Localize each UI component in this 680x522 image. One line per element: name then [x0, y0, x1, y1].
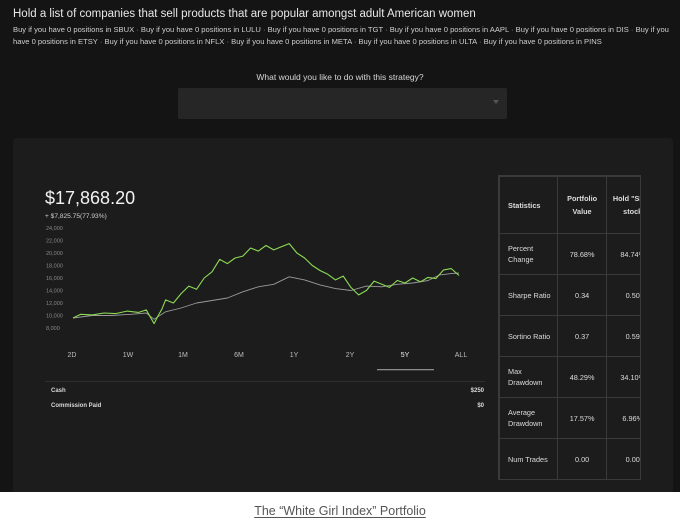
- benchmark-line: [72, 272, 460, 320]
- stat-portfolio-value: 78.68%: [556, 233, 608, 275]
- app-screenshot: Hold a list of companies that sell produ…: [0, 0, 680, 492]
- header-portfolio-value: Portfolio Value: [556, 176, 608, 234]
- header-hold-spy: Hold "SPY" stock: [606, 176, 640, 234]
- stat-label: Percent Change: [499, 233, 558, 275]
- tab-6m[interactable]: 6M: [217, 352, 261, 359]
- rule-item: Buy if you have 0 positions in NFLX: [100, 37, 225, 46]
- table-row: Percent Change 78.68% 84.74%: [499, 233, 640, 275]
- y-tick-label: 18,000: [46, 264, 63, 270]
- rule-item: Buy if you have 0 positions in ULTA: [354, 37, 477, 46]
- cash-row: Cash $250: [51, 388, 484, 394]
- stat-spy-value: 84.74%: [606, 233, 640, 275]
- stat-label: Max Drawdown: [499, 356, 558, 398]
- stat-label: Num Trades: [499, 438, 558, 479]
- portfolio-value: $17,868.20: [45, 188, 136, 208]
- active-tab-indicator: [377, 369, 434, 371]
- tab-2y[interactable]: 2Y: [328, 352, 372, 359]
- header-statistics: Statistics: [499, 176, 558, 234]
- strategy-rules: Buy if you have 0 positions in SBUX Buy …: [13, 24, 675, 47]
- performance-chart: 24,000 22,000 20,000 18,000 16,000 14,000 12,0…: [46, 226, 460, 332]
- stat-spy-value: 0.00: [606, 438, 640, 479]
- tab-1y[interactable]: 1Y: [272, 352, 316, 359]
- cash-value: $250: [470, 388, 484, 394]
- y-tick-label: 20,000: [46, 251, 63, 257]
- y-tick-label: 12,000: [46, 301, 63, 307]
- stat-portfolio-value: 0.34: [556, 274, 608, 316]
- stat-portfolio-value: 0.00: [556, 438, 608, 479]
- commission-label: Commission Paid: [51, 403, 102, 409]
- stat-portfolio-value: 17.57%: [556, 397, 608, 439]
- divider: [45, 381, 485, 382]
- tab-1w[interactable]: 1W: [106, 352, 150, 359]
- commission-row: Commission Paid $0: [51, 403, 484, 409]
- tab-5y[interactable]: 5Y: [383, 352, 427, 359]
- tab-1m[interactable]: 1M: [161, 352, 205, 359]
- y-tick-label: 14,000: [46, 289, 63, 295]
- rule-item: Buy if you have 0 positions in SBUX: [13, 25, 135, 34]
- rule-item: Buy if you have 0 positions in PINS: [479, 37, 602, 46]
- table-row: Average Drawdown 17.57% 6.96%: [499, 397, 640, 439]
- y-tick-label: 24,000: [46, 226, 63, 232]
- portfolio-change: + $7,825.75(77.93%): [45, 213, 107, 220]
- stat-label: Average Drawdown: [499, 397, 558, 439]
- table-header-row: Statistics Portfolio Value Hold "SPY" st…: [499, 176, 640, 234]
- tab-2d[interactable]: 2D: [50, 352, 94, 359]
- y-tick-label: 8,000: [46, 326, 60, 332]
- y-tick-label: 16,000: [46, 276, 63, 282]
- y-tick-label: 10,000: [46, 314, 63, 320]
- rule-item: Buy if you have 0 positions in AAPL: [385, 25, 509, 34]
- stat-spy-value: 0.50: [606, 274, 640, 316]
- strategy-question: What would you like to do with this stra…: [256, 72, 424, 82]
- y-tick-label: 22,000: [46, 239, 63, 245]
- strategy-title: Hold a list of companies that sell produ…: [13, 8, 476, 20]
- stat-label: Sharpe Ratio: [499, 274, 558, 316]
- table-row: Sharpe Ratio 0.34 0.50: [499, 274, 640, 316]
- rule-item: Buy if you have 0 positions in META: [227, 37, 352, 46]
- table-row: Num Trades 0.00 0.00: [499, 438, 640, 479]
- rule-item: Buy if you have 0 positions in TGT: [263, 25, 383, 34]
- stat-spy-value: 6.96%: [606, 397, 640, 439]
- stat-portfolio-value: 48.29%: [556, 356, 608, 398]
- stat-spy-value: 0.59: [606, 315, 640, 357]
- stat-portfolio-value: 0.37: [556, 315, 608, 357]
- commission-value: $0: [477, 403, 484, 409]
- chevron-down-icon[interactable]: [493, 100, 499, 104]
- statistics-table: Statistics Portfolio Value Hold "SPY" st…: [498, 175, 641, 480]
- tab-all[interactable]: ALL: [439, 352, 483, 359]
- table-row: Sortino Ratio 0.37 0.59: [499, 315, 640, 357]
- rule-item: Buy if you have 0 positions in LULU: [136, 25, 261, 34]
- rule-item: Buy if you have 0 positions in DIS: [511, 25, 629, 34]
- caption-link[interactable]: The “White Girl Index” Portfolio: [0, 504, 680, 518]
- strategy-action-select[interactable]: [178, 88, 507, 119]
- table-row: Max Drawdown 48.29% 34.10%: [499, 356, 640, 398]
- stat-spy-value: 34.10%: [606, 356, 640, 398]
- cash-label: Cash: [51, 388, 66, 394]
- stat-label: Sortino Ratio: [499, 315, 558, 357]
